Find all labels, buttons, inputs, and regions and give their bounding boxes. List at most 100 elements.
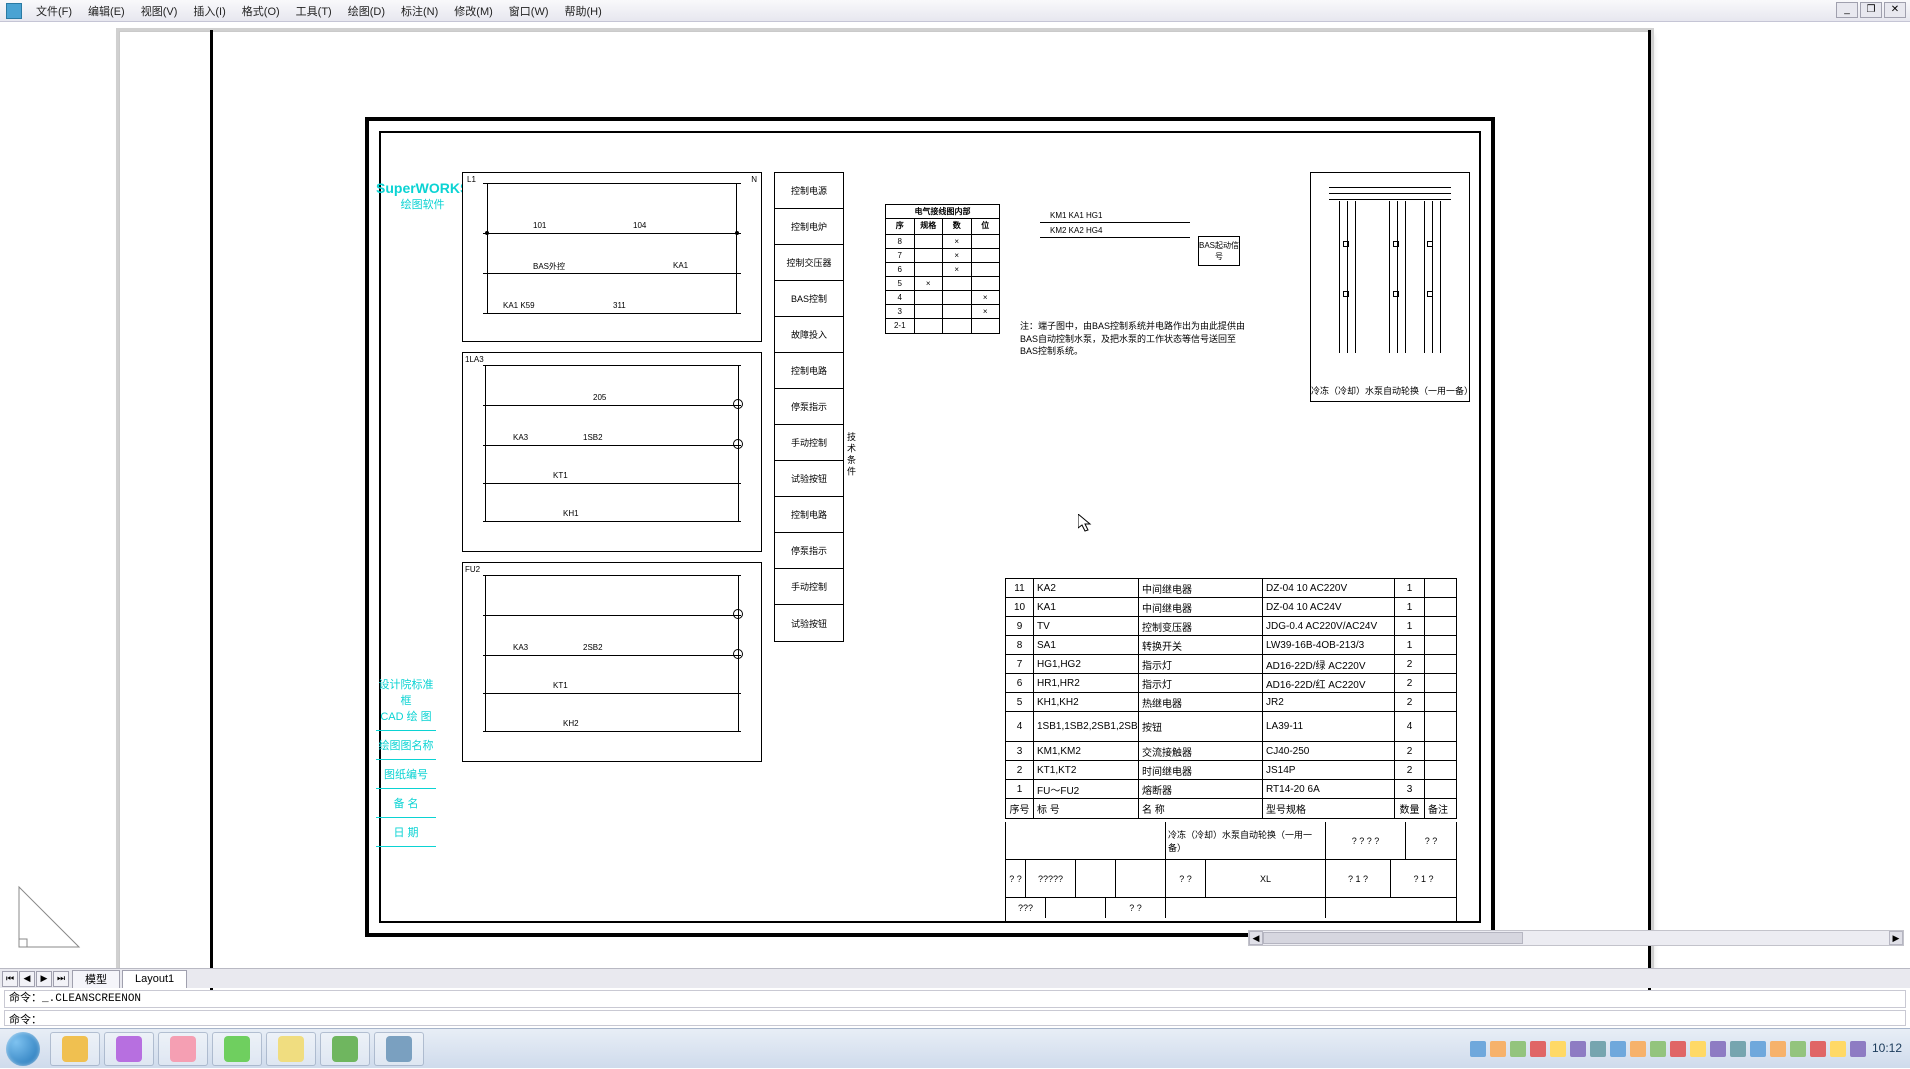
panel-cell: 控制电路 xyxy=(775,353,843,389)
tab-nav: ⏮ ◀ ▶ ⏭ xyxy=(2,971,70,987)
bom-row: 41SB1,1SB2,2SB1,2SB2按钮LA39-114 xyxy=(1006,712,1456,742)
tab-prev-button[interactable]: ◀ xyxy=(19,971,35,987)
switch-table-title: 电气接线图内部 xyxy=(886,205,999,218)
power-caption: 冷冻（冷却）水泵自动轮换（一用一备） xyxy=(1311,384,1469,397)
menu-file[interactable]: 文件(F) xyxy=(28,3,80,19)
watermark-sub: 绘图软件 xyxy=(376,196,469,212)
minimize-button[interactable]: _ xyxy=(1836,2,1858,18)
title-code: XL xyxy=(1206,860,1326,897)
app-icon xyxy=(62,1036,88,1062)
tray-icon[interactable] xyxy=(1850,1041,1866,1057)
tray-icon[interactable] xyxy=(1830,1041,1846,1057)
panel-cell: 控制交压器 xyxy=(775,245,843,281)
clock[interactable]: 10:12 xyxy=(1872,1042,1902,1055)
tab-layout1[interactable]: Layout1 xyxy=(122,970,187,988)
tray-icon[interactable] xyxy=(1710,1041,1726,1057)
ucs-icon xyxy=(14,882,84,952)
panel-cell: 控制电源 xyxy=(775,173,843,209)
scroll-thumb[interactable] xyxy=(1263,932,1523,944)
side-item-name: 备 名 xyxy=(376,789,436,818)
drawing-area[interactable]: SuperWORKS 绘图软件 设计院标准框 CAD 绘 图 绘图图名称 图纸编… xyxy=(0,22,1910,1012)
schem-block-2: 1LA3 205 KA31SB2 KT1KH1 xyxy=(462,352,762,552)
h-scrollbar[interactable]: ◀ ▶ xyxy=(1248,930,1904,946)
paper-guide-right xyxy=(1648,30,1651,998)
tray-icon[interactable] xyxy=(1550,1041,1566,1057)
paper-guide-left xyxy=(210,30,213,998)
taskbar-app[interactable] xyxy=(50,1032,100,1066)
menu-view[interactable]: 视图(V) xyxy=(133,3,186,19)
tray-icon[interactable] xyxy=(1790,1041,1806,1057)
taskbar-app[interactable] xyxy=(374,1032,424,1066)
bom-row: 7HG1,HG2指示灯AD16-22D/绿 AC220V2 xyxy=(1006,655,1456,674)
menu-insert[interactable]: 插入(I) xyxy=(185,3,233,19)
tray-icon[interactable] xyxy=(1650,1041,1666,1057)
bom-row: 3KM1,KM2交流接触器CJ40-2502 xyxy=(1006,742,1456,761)
tray-icon[interactable] xyxy=(1610,1041,1626,1057)
panel-cell: 控制电炉 xyxy=(775,209,843,245)
bom-header: 序号标 号名 称型号规格数量备注 xyxy=(1006,799,1456,818)
app-icon xyxy=(116,1036,142,1062)
tray-icon[interactable] xyxy=(1750,1041,1766,1057)
tab-model[interactable]: 模型 xyxy=(72,970,120,988)
menu-modify[interactable]: 修改(M) xyxy=(446,3,501,19)
aux-note: 注：端子图中，由BAS控制系统并电路作出为由此提供由BAS自动控制水泵，及把水泵… xyxy=(1020,320,1250,358)
watermark-title: SuperWORKS xyxy=(376,180,469,196)
menu-format[interactable]: 格式(O) xyxy=(234,3,288,19)
tray-icon[interactable] xyxy=(1510,1041,1526,1057)
menu-edit[interactable]: 编辑(E) xyxy=(80,3,133,19)
restore-button[interactable]: ❐ xyxy=(1860,2,1882,18)
panel-cell: 试验按钮 xyxy=(775,461,843,497)
bom-row: 1FU～FU2熔断器RT14-20 6A3 xyxy=(1006,780,1456,799)
scroll-left-button[interactable]: ◀ xyxy=(1249,931,1263,945)
tray-icon[interactable] xyxy=(1730,1041,1746,1057)
tray-icon[interactable] xyxy=(1670,1041,1686,1057)
tab-last-button[interactable]: ⏭ xyxy=(53,971,69,987)
power-scheme-box: 冷冻（冷却）水泵自动轮换（一用一备） xyxy=(1310,172,1470,402)
tray-icon[interactable] xyxy=(1810,1041,1826,1057)
app-icon xyxy=(224,1036,250,1062)
tray-icon[interactable] xyxy=(1690,1041,1706,1057)
tray-icon[interactable] xyxy=(1490,1041,1506,1057)
menu-help[interactable]: 帮助(H) xyxy=(557,3,610,19)
tray-icon[interactable] xyxy=(1630,1041,1646,1057)
tray-icon[interactable] xyxy=(1590,1041,1606,1057)
taskbar-app[interactable] xyxy=(158,1032,208,1066)
command-input[interactable]: 命令： xyxy=(4,1010,1906,1026)
schem-block-3: FU2 KA32SB2 KT1KH2 xyxy=(462,562,762,762)
switch-table: 电气接线图内部序规格数位8×7×6×5×4×3×2-1 xyxy=(885,204,1000,334)
panel-cell: 手动控制 xyxy=(775,569,843,605)
taskbar-app[interactable] xyxy=(104,1032,154,1066)
panel-side-label: 技 术 条 件 xyxy=(845,432,857,476)
side-cad-label: 设计院标准框 CAD 绘 图 xyxy=(376,670,436,731)
tray-icon[interactable] xyxy=(1770,1041,1786,1057)
tray-icon[interactable] xyxy=(1570,1041,1586,1057)
menu-draw[interactable]: 绘图(D) xyxy=(340,3,393,19)
menu-dimension[interactable]: 标注(N) xyxy=(393,3,446,19)
taskbar-app[interactable] xyxy=(266,1032,316,1066)
windows-icon xyxy=(6,1032,40,1066)
taskbar-app[interactable] xyxy=(212,1032,262,1066)
menu-tools[interactable]: 工具(T) xyxy=(288,3,340,19)
system-tray: 10:12 xyxy=(1470,1041,1910,1057)
side-panel: 设计院标准框 CAD 绘 图 绘图图名称 图纸编号 备 名 日 期 xyxy=(376,670,436,847)
tray-icon[interactable] xyxy=(1530,1041,1546,1057)
paper-space[interactable]: SuperWORKS 绘图软件 设计院标准框 CAD 绘 图 绘图图名称 图纸编… xyxy=(0,22,1910,1012)
taskbar: 10:12 xyxy=(0,1028,1910,1068)
bom-row: 8SA1转换开关LW39-16B-4OB-213/31 xyxy=(1006,636,1456,655)
app-icon xyxy=(170,1036,196,1062)
tray-icon[interactable] xyxy=(1470,1041,1486,1057)
taskbar-app[interactable] xyxy=(320,1032,370,1066)
scroll-right-button[interactable]: ▶ xyxy=(1889,931,1903,945)
app-icon xyxy=(278,1036,304,1062)
menu-window[interactable]: 窗口(W) xyxy=(501,3,557,19)
start-button[interactable] xyxy=(0,1029,46,1069)
side-item-title: 绘图图名称 xyxy=(376,731,436,760)
close-button[interactable]: ✕ xyxy=(1884,2,1906,18)
tab-next-button[interactable]: ▶ xyxy=(36,971,52,987)
layout-tabs: ⏮ ◀ ▶ ⏭ 模型 Layout1 ◀ ▶ xyxy=(0,968,1910,988)
panel-cell: 手动控制 xyxy=(775,425,843,461)
command-history: 命令：_.CLEANSCREENON xyxy=(4,990,1906,1008)
panel-cell: 控制电路 xyxy=(775,497,843,533)
panel-cell: 试验按钮 xyxy=(775,605,843,641)
tab-first-button[interactable]: ⏮ xyxy=(2,971,18,987)
